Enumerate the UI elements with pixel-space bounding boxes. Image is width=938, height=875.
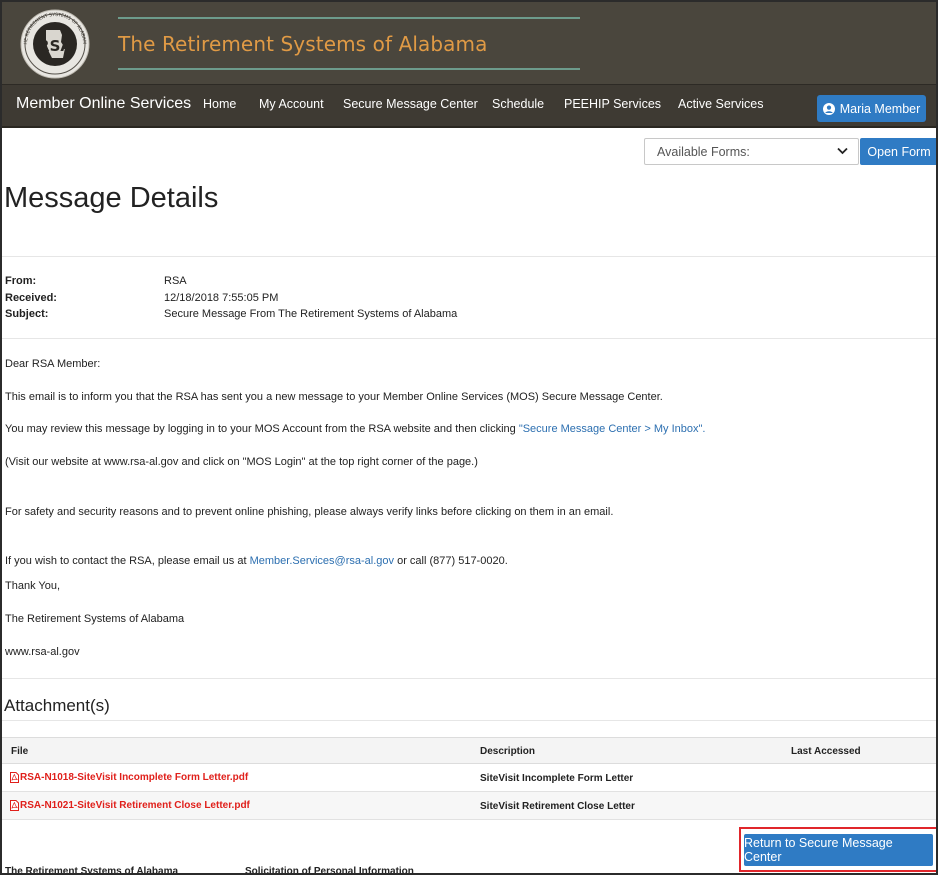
nav-item-my-account[interactable]: My Account bbox=[259, 97, 324, 111]
rsa-logo[interactable]: RSA THE RETIREMENT SYSTEMS OF ALABAMA bbox=[14, 4, 94, 80]
received-label: Received: bbox=[5, 292, 57, 304]
footer-org-name: The Retirement Systems of Alabama bbox=[5, 866, 179, 875]
message-paragraph: If you wish to contact the RSA, please e… bbox=[5, 555, 508, 567]
paragraph-text: If you wish to contact the RSA, please e… bbox=[5, 555, 250, 567]
open-form-button[interactable]: Open Form bbox=[860, 138, 936, 165]
nav-item-home[interactable]: Home bbox=[203, 97, 236, 111]
divider bbox=[2, 256, 936, 257]
column-header-description[interactable]: Description bbox=[480, 746, 535, 757]
main-nav: Member Online Services Home My Account S… bbox=[2, 84, 936, 128]
user-name: Maria Member bbox=[839, 101, 921, 116]
nav-item-active-services[interactable]: Active Services bbox=[678, 97, 763, 111]
svg-text:RSA: RSA bbox=[38, 37, 72, 55]
table-header: File Description Last Accessed bbox=[2, 737, 936, 764]
return-to-message-center-button[interactable]: Return to Secure Message Center bbox=[744, 834, 933, 866]
pdf-file-icon bbox=[10, 772, 19, 783]
column-header-last-accessed[interactable]: Last Accessed bbox=[791, 746, 861, 757]
user-circle-icon bbox=[822, 102, 835, 115]
available-forms-select[interactable]: Available Forms: bbox=[644, 138, 859, 165]
nav-item-schedule[interactable]: Schedule bbox=[492, 97, 544, 111]
attachment-file-name: RSA-N1018-SiteVisit Incomplete Form Lett… bbox=[20, 772, 249, 783]
brand-divider-top bbox=[118, 17, 580, 19]
divider bbox=[2, 678, 936, 679]
divider bbox=[2, 338, 936, 339]
message-paragraph: For safety and security reasons and to p… bbox=[5, 506, 614, 518]
attachments-title: Attachment(s) bbox=[4, 696, 110, 715]
nav-brand[interactable]: Member Online Services bbox=[16, 95, 191, 113]
message-closing: Thank You, bbox=[5, 580, 61, 592]
from-value: RSA bbox=[164, 275, 187, 287]
page-title: Message Details bbox=[4, 182, 219, 214]
from-label: From: bbox=[5, 275, 37, 287]
nav-item-secure-message-center[interactable]: Secure Message Center bbox=[343, 97, 478, 111]
attachment-description: SiteVisit Retirement Close Letter bbox=[480, 801, 635, 812]
message-signature: The Retirement Systems of Alabama bbox=[5, 613, 185, 625]
pdf-file-icon bbox=[10, 800, 19, 811]
message-greeting: Dear RSA Member: bbox=[5, 358, 101, 370]
paragraph-text: You may review this message by logging i… bbox=[5, 423, 519, 435]
brand-divider-bottom bbox=[118, 68, 580, 70]
divider bbox=[2, 720, 936, 721]
table-row: RSA-N1018-SiteVisit Incomplete Form Lett… bbox=[2, 764, 936, 792]
attachment-link[interactable]: RSA-N1018-SiteVisit Incomplete Form Lett… bbox=[10, 772, 248, 783]
received-value: 12/18/2018 7:55:05 PM bbox=[164, 292, 279, 304]
attachment-description: SiteVisit Incomplete Form Letter bbox=[480, 773, 634, 784]
table-row: RSA-N1021-SiteVisit Retirement Close Let… bbox=[2, 792, 936, 820]
message-paragraph: You may review this message by logging i… bbox=[5, 423, 705, 435]
footer-solicitation-link[interactable]: Solicitation of Personal Information bbox=[245, 866, 414, 873]
paragraph-text: or call (877) 517-0020. bbox=[394, 555, 508, 567]
message-paragraph: This email is to inform you that the RSA… bbox=[5, 391, 663, 403]
site-header: RSA THE RETIREMENT SYSTEMS OF ALABAMA Th… bbox=[2, 2, 936, 84]
chevron-down-icon bbox=[837, 147, 848, 155]
message-paragraph: (Visit our website at www.rsa-al.gov and… bbox=[5, 456, 478, 468]
subject-value: Secure Message From The Retirement Syste… bbox=[164, 308, 458, 320]
attachment-file-name: RSA-N1021-SiteVisit Retirement Close Let… bbox=[20, 800, 250, 811]
message-website: www.rsa-al.gov bbox=[5, 646, 80, 658]
subject-label: Subject: bbox=[5, 308, 49, 320]
user-menu-button[interactable]: Maria Member bbox=[817, 95, 926, 122]
email-link[interactable]: Member.Services@rsa-al.gov bbox=[250, 555, 394, 567]
column-header-file[interactable]: File bbox=[11, 746, 28, 757]
available-forms-value: Available Forms: bbox=[657, 145, 750, 159]
nav-item-peehip-services[interactable]: PEEHIP Services bbox=[564, 97, 661, 111]
inbox-link[interactable]: "Secure Message Center > My Inbox". bbox=[519, 423, 706, 435]
site-title: The Retirement Systems of Alabama bbox=[118, 32, 488, 56]
page-frame: RSA THE RETIREMENT SYSTEMS OF ALABAMA Th… bbox=[0, 0, 938, 875]
attachment-link[interactable]: RSA-N1021-SiteVisit Retirement Close Let… bbox=[10, 800, 250, 811]
